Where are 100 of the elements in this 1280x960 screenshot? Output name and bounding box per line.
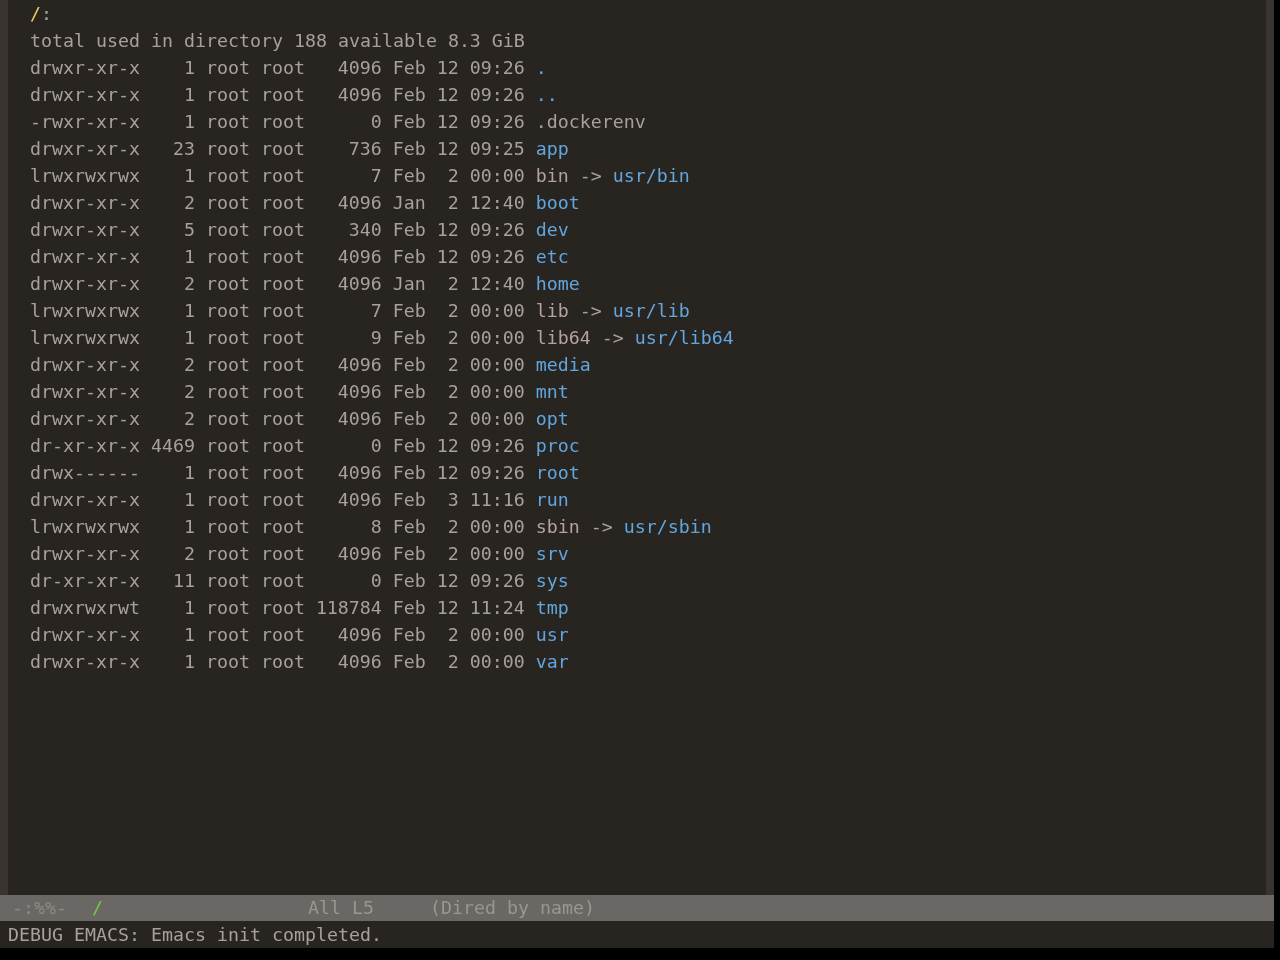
permissions-text: drwxr-xr-x (30, 272, 140, 296)
group-name: root (260, 83, 305, 107)
link-target[interactable]: usr/sbin (623, 513, 712, 540)
directory-name[interactable]: mnt (535, 378, 569, 405)
link-count: 1 (182, 110, 195, 134)
file-size: 9 (369, 326, 382, 350)
permissions-text: drwxr-xr-x (30, 137, 140, 161)
symlink-name[interactable]: sbin (535, 513, 580, 540)
modified-date: Feb 2 00:00 (392, 623, 525, 647)
modified-date: Feb 12 09:26 (392, 83, 525, 107)
link-count: 1 (182, 596, 195, 620)
directory-name[interactable]: app (535, 135, 569, 162)
directory-name[interactable]: run (535, 486, 569, 513)
file-size: 4096 (336, 623, 382, 647)
directory-name[interactable]: media (535, 351, 591, 378)
group-name: root (260, 56, 305, 80)
directory-name[interactable]: home (535, 270, 580, 297)
owner-name: root (205, 542, 250, 566)
owner-name: root (205, 164, 250, 188)
modified-date: Feb 2 00:00 (392, 380, 525, 404)
symlink-name[interactable]: bin (535, 162, 569, 189)
modified-date: Feb 12 09:26 (392, 434, 525, 458)
owner-name: root (205, 218, 250, 242)
owner-name: root (205, 110, 250, 134)
link-count: 1 (182, 245, 195, 269)
modified-date: Feb 12 09:26 (392, 245, 525, 269)
link-count: 2 (182, 407, 195, 431)
group-name: root (260, 596, 305, 620)
link-count: 1 (182, 164, 195, 188)
file-size: 4096 (336, 56, 382, 80)
link-count: 1 (182, 83, 195, 107)
link-count: 11 (171, 569, 195, 593)
owner-name: root (205, 137, 250, 161)
link-count: 1 (182, 650, 195, 674)
permissions-text: lrwxrwxrwx (30, 326, 140, 350)
directory-name[interactable]: tmp (535, 594, 569, 621)
directory-name[interactable]: opt (535, 405, 569, 432)
modified-date: Feb 2 00:00 (392, 299, 525, 323)
permissions-text: dr-xr-xr-x (30, 569, 140, 593)
directory-name[interactable]: var (535, 648, 569, 675)
symlink-name[interactable]: lib (535, 297, 569, 324)
file-size: 4096 (336, 353, 382, 377)
directory-name[interactable]: srv (535, 540, 569, 567)
owner-name: root (205, 488, 250, 512)
directory-name[interactable]: root (535, 459, 580, 486)
link-target[interactable]: usr/lib64 (634, 324, 734, 351)
group-name: root (260, 137, 305, 161)
link-count: 4469 (150, 434, 195, 458)
owner-name: root (205, 326, 250, 350)
link-count: 1 (182, 56, 195, 80)
modified-date: Feb 2 00:00 (392, 542, 525, 566)
owner-name: root (205, 245, 250, 269)
directory-name[interactable]: sys (535, 567, 569, 594)
owner-name: root (205, 650, 250, 674)
file-size: 736 (347, 137, 382, 161)
echo-message: DEBUG EMACS: Emacs init completed. (8, 922, 382, 947)
modified-date: Feb 12 09:26 (392, 461, 525, 485)
file-size: 0 (369, 110, 382, 134)
permissions-text: drwxr-xr-x (30, 407, 140, 431)
file-size: 4096 (336, 380, 382, 404)
permissions-text: dr-xr-xr-x (30, 434, 140, 458)
link-count: 5 (182, 218, 195, 242)
group-name: root (260, 623, 305, 647)
permissions-text: drwxr-xr-x (30, 245, 140, 269)
group-name: root (260, 191, 305, 215)
directory-name[interactable]: usr (535, 621, 569, 648)
group-name: root (260, 326, 305, 350)
directory-name[interactable]: . (535, 54, 547, 81)
group-name: root (260, 542, 305, 566)
directory-name[interactable]: proc (535, 432, 580, 459)
directory-name[interactable]: .. (535, 81, 558, 108)
group-name: root (260, 380, 305, 404)
file-name[interactable]: .dockerenv (535, 108, 646, 135)
file-size: 4096 (336, 461, 382, 485)
file-size: 4096 (336, 650, 382, 674)
modified-date: Feb 12 09:26 (392, 569, 525, 593)
owner-name: root (205, 515, 250, 539)
modified-date: Jan 2 12:40 (392, 272, 525, 296)
symlink-name[interactable]: lib64 (535, 324, 591, 351)
link-count: 1 (182, 515, 195, 539)
permissions-text: drwxr-xr-x (30, 83, 140, 107)
owner-name: root (205, 353, 250, 377)
group-name: root (260, 407, 305, 431)
link-target[interactable]: usr/bin (612, 162, 690, 189)
file-size: 4096 (336, 191, 382, 215)
file-size: 4096 (336, 245, 382, 269)
link-count: 2 (182, 353, 195, 377)
directory-name[interactable]: boot (535, 189, 580, 216)
modified-date: Feb 12 09:26 (392, 56, 525, 80)
group-name: root (260, 218, 305, 242)
modified-date: Feb 12 09:26 (392, 218, 525, 242)
permissions-text: drwxr-xr-x (30, 353, 140, 377)
directory-name[interactable]: dev (535, 216, 569, 243)
file-size: 4096 (336, 488, 382, 512)
directory-name[interactable]: etc (535, 243, 569, 270)
group-name: root (260, 650, 305, 674)
permissions-text: drwxr-xr-x (30, 218, 140, 242)
file-size: 7 (369, 164, 382, 188)
file-size: 0 (369, 569, 382, 593)
link-target[interactable]: usr/lib (612, 297, 690, 324)
